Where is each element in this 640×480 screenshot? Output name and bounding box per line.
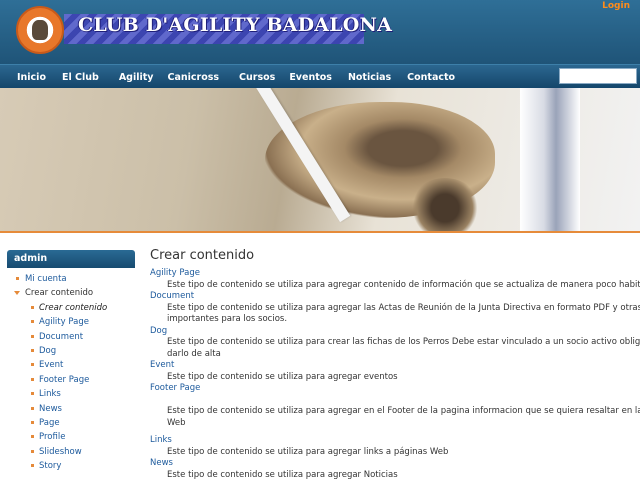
bullet-icon: [31, 449, 34, 453]
main-content: Crear contenido Agility Page Este tipo de…: [150, 246, 640, 480]
sidebar-item-agility-page[interactable]: Agility Page: [7, 315, 135, 329]
content-type-description: Este tipo de contenido se utiliza para a…: [150, 470, 640, 480]
sidebar-item-profile[interactable]: Profile: [7, 430, 135, 444]
nav-item-contacto[interactable]: Contacto: [407, 72, 455, 83]
bullet-icon: [31, 377, 34, 381]
nav-item-eventos[interactable]: Eventos: [289, 72, 332, 83]
description-line: importantes para los socios.: [167, 314, 288, 324]
sidebar-item-document[interactable]: Document: [7, 330, 135, 344]
description-line: darlo de alta: [167, 348, 221, 359]
page-title: Crear contenido: [150, 248, 255, 263]
sidebar-item-dog[interactable]: Dog: [7, 344, 135, 358]
description-line: Web: [167, 417, 186, 428]
sidebar-item-crear-contenido[interactable]: Crear contenido: [7, 286, 135, 300]
description-line: Este tipo de contenido se utiliza para a…: [167, 446, 449, 457]
content-type-description: Este tipo de contenido se utiliza para c…: [150, 337, 640, 360]
content-type-link[interactable]: Event: [150, 360, 640, 372]
sidebar-item-label: Agility Page: [39, 317, 89, 328]
header-banner-image: [0, 88, 640, 232]
sidebar-item-news[interactable]: News: [7, 402, 135, 416]
main-nav: Inicio El Club Agility Canicross Cursos Event…: [0, 64, 640, 88]
sidebar-item-mi-cuenta[interactable]: Mi cuenta: [7, 272, 135, 286]
nav-item-agility[interactable]: Agility: [119, 72, 154, 83]
banner-dog-head: [410, 178, 480, 232]
bullet-icon: [31, 435, 34, 439]
bullet-icon: [31, 320, 34, 324]
bullet-icon: [31, 406, 34, 410]
sidebar-item-event[interactable]: Event: [7, 358, 135, 372]
site-title[interactable]: CLUB D'AGILITY BADALONA: [78, 14, 392, 36]
sidebar-item-label: Mi cuenta: [25, 274, 67, 284]
sidebar-item-label: Footer Page: [39, 374, 90, 385]
nav-item-canicross[interactable]: Canicross: [167, 72, 219, 83]
description-line: Este tipo de contenido se utiliza para a…: [167, 302, 640, 313]
content-type-list: Agility Page Este tipo de contenido se ut…: [150, 268, 640, 480]
content-type-description: Este tipo de contenido se utiliza para a…: [150, 303, 640, 326]
content-type-link[interactable]: Agility Page: [150, 268, 640, 280]
content-type-link[interactable]: Dog: [150, 326, 640, 338]
description-line: Este tipo de contenido se utiliza para a…: [167, 469, 398, 480]
sidebar-item-label: Crear contenido: [25, 288, 94, 299]
login-link[interactable]: Login: [602, 1, 630, 11]
description-line: Este tipo de contenido se utiliza para a…: [167, 279, 640, 290]
sidebar-item-label: Event: [39, 360, 64, 371]
bullet-icon: [31, 363, 34, 367]
content-type-link[interactable]: News: [150, 458, 640, 470]
sidebar-admin-block: admin Mi cuenta Crear contenido Crear cont…: [7, 250, 135, 480]
sidebar-menu: Mi cuenta Crear contenido Crear contenido A…: [7, 268, 135, 473]
sidebar-item-footer-page[interactable]: Footer Page: [7, 373, 135, 387]
sidebar-item-slideshow[interactable]: Slideshow: [7, 445, 135, 459]
content-type-description: Este tipo de contenido se utiliza para a…: [150, 280, 640, 292]
description-line: Este tipo de contenido se utiliza para c…: [167, 337, 640, 347]
content-type-link[interactable]: Links: [150, 435, 640, 447]
sidebar-item-label: Profile: [39, 432, 66, 443]
sidebar-item-label: Links: [39, 389, 61, 400]
content-type-link[interactable]: Document: [150, 291, 640, 303]
sidebar-item-label: Dog: [39, 345, 57, 356]
description-line: Este tipo de contenido se utiliza para a…: [167, 371, 398, 382]
bullet-icon: [31, 392, 34, 396]
sidebar-item-links[interactable]: Links: [7, 387, 135, 401]
site-header: CLUB D'AGILITY BADALONA Login: [0, 0, 640, 64]
description-line: Este tipo de contenido se utiliza para a…: [167, 406, 640, 416]
search-input[interactable]: [559, 68, 637, 84]
content-type-link[interactable]: Footer Page: [150, 383, 640, 395]
nav-item-el-club[interactable]: El Club: [62, 72, 99, 83]
sidebar-item-crear-contenido[interactable]: Crear contenido: [7, 301, 135, 315]
sidebar-item-story[interactable]: Story: [7, 459, 135, 473]
bullet-icon: [31, 305, 34, 309]
content-type-description: Este tipo de contenido se utiliza para a…: [150, 395, 640, 430]
sidebar-item-label: News: [39, 403, 62, 414]
sidebar-item-label: Crear contenido: [39, 302, 108, 313]
club-logo[interactable]: [16, 6, 64, 54]
nav-item-noticias[interactable]: Noticias: [348, 72, 391, 83]
banner-background: [520, 88, 580, 232]
description-line: [167, 395, 640, 407]
expanded-arrow-icon: [14, 291, 20, 296]
banner-divider: [0, 231, 640, 233]
nav-item-cursos[interactable]: Cursos: [239, 72, 275, 83]
sidebar-title: admin: [7, 250, 135, 268]
bullet-icon: [31, 464, 34, 468]
bullet-icon: [31, 334, 34, 338]
sidebar-item-label: Story: [39, 461, 62, 472]
bullet-icon: [31, 420, 34, 424]
content-type-description: Este tipo de contenido se utiliza para a…: [150, 372, 640, 384]
dog-logo-icon: [32, 20, 48, 40]
bullet-icon: [31, 348, 34, 352]
bullet-icon: [16, 277, 19, 280]
sidebar-item-label: Page: [39, 417, 60, 428]
sidebar-item-label: Document: [39, 331, 84, 342]
site-subtitle-reflection: [78, 48, 368, 56]
sidebar-item-label: Slideshow: [39, 446, 82, 457]
nav-item-inicio[interactable]: Inicio: [17, 72, 46, 83]
sidebar-item-page[interactable]: Page: [7, 416, 135, 430]
content-type-description: Este tipo de contenido se utiliza para a…: [150, 447, 640, 459]
